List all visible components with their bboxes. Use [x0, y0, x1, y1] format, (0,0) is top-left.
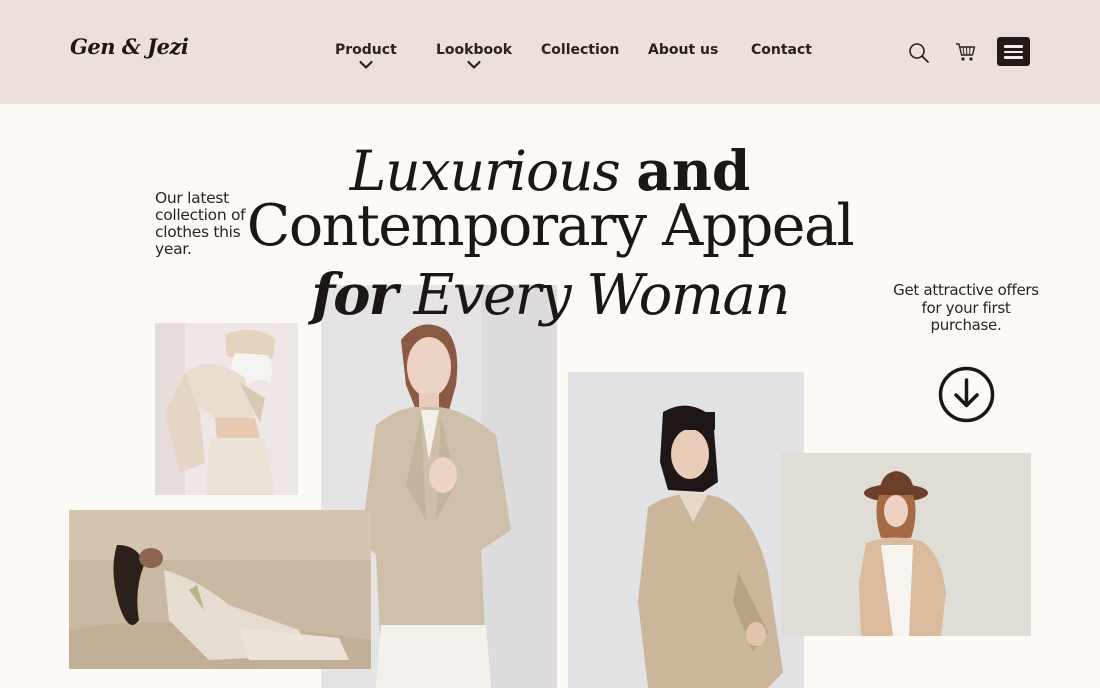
menu-icon: [1004, 45, 1023, 48]
hero-line-3-italic: Every Woman: [413, 263, 791, 328]
nav-label: About us: [648, 42, 719, 58]
chevron-down-icon: [359, 60, 373, 69]
nav-label: Product: [335, 42, 397, 58]
nav-lookbook[interactable]: Lookbook: [436, 42, 512, 70]
nav-about-us[interactable]: About us: [648, 42, 718, 58]
site-header: Gen & Jezi Product Lookbook Collection A…: [0, 0, 1100, 104]
nav-label: Lookbook: [436, 42, 513, 58]
nav-product[interactable]: Product: [335, 42, 397, 70]
menu-button[interactable]: [997, 37, 1030, 66]
hero-line-3-bold-italic: for: [311, 262, 414, 328]
nav-collection[interactable]: Collection: [541, 42, 619, 58]
arrow-down-circle-icon[interactable]: [938, 366, 995, 423]
chevron-down-icon: [467, 60, 481, 69]
hero-line-2: Contemporary Appeal: [246, 193, 855, 259]
nav-label: Contact: [751, 42, 812, 58]
photo-woman-desert: [69, 510, 371, 669]
nav-contact[interactable]: Contact: [751, 42, 812, 58]
nav-label: Collection: [541, 42, 620, 58]
search-icon[interactable]: [908, 42, 930, 64]
hero-line-3: for Every Woman: [0, 262, 1100, 328]
photo-woman-trench-coat: [568, 372, 804, 688]
cart-icon[interactable]: [955, 41, 977, 63]
photo-woman-fedora: [781, 453, 1031, 636]
brand-logo[interactable]: Gen & Jezi: [70, 34, 189, 59]
photo-woman-bucket-hat: [155, 323, 298, 495]
